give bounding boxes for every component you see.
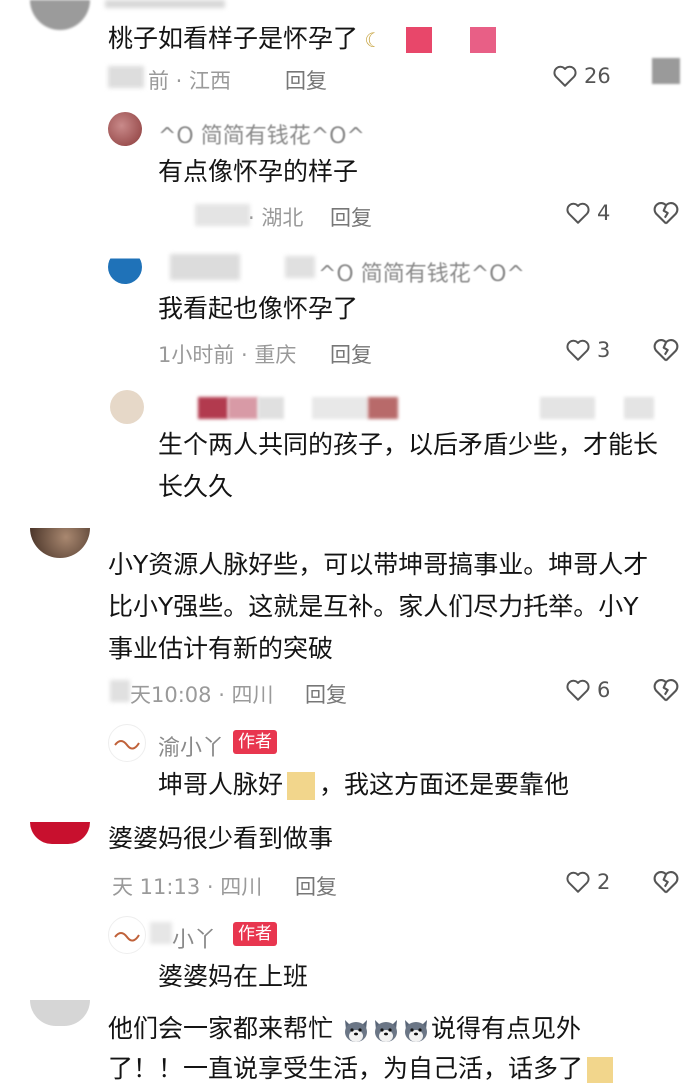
blurred-emoji — [587, 1057, 614, 1083]
blurred-icon — [652, 58, 680, 84]
author-username[interactable]: 渝小丫 — [158, 730, 224, 762]
like-button[interactable]: 6 — [565, 678, 610, 702]
author-badge: 作者 — [233, 730, 277, 754]
comment-meta: 天 11:13 · 四川 — [112, 875, 263, 899]
like-count: 6 — [597, 678, 611, 702]
author-logo-icon — [114, 740, 140, 750]
author-username[interactable]: 小丫 — [172, 922, 216, 954]
heart-outline-icon — [566, 202, 590, 224]
reply-meta: 1小时前 · 重庆 — [158, 343, 297, 367]
dislike-button[interactable] — [652, 337, 680, 363]
broken-heart-icon — [653, 871, 679, 894]
blurred-username — [312, 397, 368, 419]
blurred-emoji — [470, 27, 497, 53]
like-button[interactable]: 3 — [565, 338, 610, 362]
blurred-username — [258, 397, 284, 419]
broken-heart-icon — [653, 202, 679, 225]
reply-text-line: 长久久 — [158, 472, 234, 501]
avatar[interactable] — [30, 528, 90, 558]
avatar[interactable] — [110, 390, 144, 424]
avatar[interactable] — [30, 1000, 90, 1026]
reply-button[interactable]: 回复 — [285, 65, 327, 95]
dislike-button[interactable] — [652, 677, 680, 703]
comment-text-line: 事业估计有新的突破 — [108, 634, 334, 663]
reply-button[interactable]: 回复 — [330, 339, 372, 369]
blurred-username — [150, 922, 172, 944]
avatar[interactable] — [30, 0, 90, 30]
blurred-time — [195, 204, 250, 226]
husky-emoji-icon — [371, 1016, 401, 1044]
moon-emoji-icon: ☾ — [358, 28, 383, 52]
author-avatar[interactable] — [108, 916, 146, 954]
reply-button[interactable]: 回复 — [295, 871, 337, 901]
comment-text: 婆婆妈很少看到做事 — [108, 824, 334, 853]
reply-button[interactable]: 回复 — [330, 202, 372, 232]
reply-text: 有点像怀孕的样子 — [158, 157, 359, 186]
dislike-button[interactable] — [652, 200, 680, 226]
like-button[interactable]: 4 — [565, 201, 610, 225]
heart-outline-icon — [553, 65, 577, 87]
avatar[interactable] — [108, 112, 142, 146]
heart-outline-icon — [566, 679, 590, 701]
reply-text: 我看起也像怀孕了 — [158, 294, 359, 323]
dislike-button[interactable] — [652, 869, 680, 895]
like-count: 3 — [597, 338, 611, 362]
like-button[interactable]: 26 — [552, 64, 611, 88]
blurred-emoji — [287, 772, 316, 800]
comment-text-line: 小Y资源人脉好些，可以带坤哥搞事业。坤哥人才 — [108, 550, 649, 579]
author-logo-icon — [114, 932, 140, 942]
top-cutoff-name — [105, 0, 225, 8]
avatar[interactable] — [30, 822, 90, 844]
like-count: 26 — [584, 64, 611, 88]
husky-emoji-icon — [341, 1016, 371, 1044]
blurred-username — [228, 397, 258, 419]
blurred-username — [170, 254, 240, 280]
reply-text-line: 生个两人共同的孩子，以后矛盾少些，才能长 — [158, 430, 659, 459]
heart-outline-icon — [566, 339, 590, 361]
reply-meta: · 湖北 — [248, 206, 304, 230]
reply-button[interactable]: 回复 — [305, 679, 347, 709]
avatar[interactable] — [108, 250, 142, 284]
reply-username[interactable]: ^O 简简有钱花^O^ — [318, 256, 525, 288]
comment-meta: 前 · 江西 — [148, 69, 232, 93]
reply-text: 坤哥人脉好 ，我这方面还是要靠他 — [158, 770, 570, 800]
like-count: 2 — [597, 870, 611, 894]
like-count: 4 — [597, 201, 611, 225]
blurred-time — [108, 66, 144, 88]
broken-heart-icon — [653, 339, 679, 362]
husky-emoji-icon — [401, 1016, 431, 1044]
comment-text-line: 比小Y强些。这就是互补。家人们尽力托举。小Y — [108, 592, 639, 621]
comment-meta: 天10:08 · 四川 — [130, 683, 274, 707]
broken-heart-icon — [653, 679, 679, 702]
comment-text-line: 他们会一家都来帮忙 说得有点见外 — [108, 1014, 581, 1044]
reply-text: 婆婆妈在上班 — [158, 962, 309, 991]
blurred-username — [198, 397, 228, 419]
blurred-username — [285, 256, 315, 278]
blurred-username — [624, 397, 654, 419]
blurred-username — [368, 397, 398, 419]
blurred-time — [110, 680, 130, 702]
comment-text-line: 了！！一直说享受生活，为自己活，话多了 — [108, 1052, 614, 1086]
author-avatar[interactable] — [108, 724, 146, 762]
author-badge: 作者 — [233, 922, 277, 946]
like-button[interactable]: 2 — [565, 870, 610, 894]
heart-outline-icon — [566, 871, 590, 893]
comment-text: 桃子如看样子是怀孕了 ☾ — [108, 22, 497, 57]
reply-username[interactable]: ^O 简简有钱花^O^ — [158, 118, 365, 150]
blurred-username — [540, 397, 595, 419]
blurred-emoji — [406, 27, 433, 53]
